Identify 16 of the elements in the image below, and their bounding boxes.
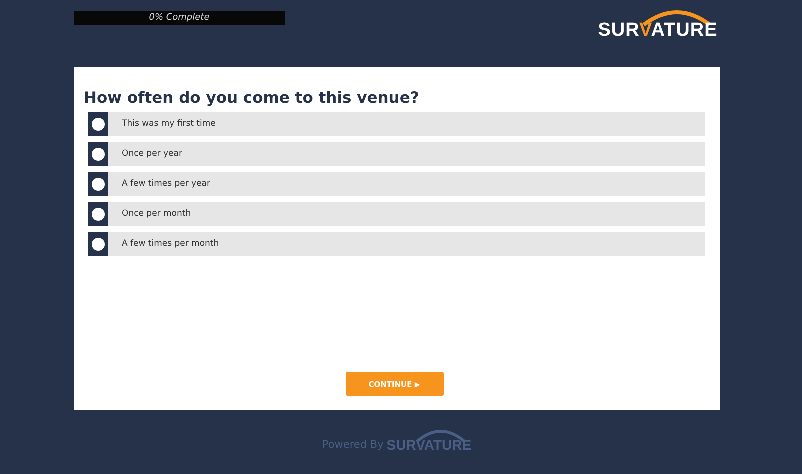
- answer-option[interactable]: A few times per month: [88, 232, 705, 256]
- radio-button[interactable]: [88, 142, 108, 166]
- answer-option[interactable]: Once per year: [88, 142, 705, 166]
- answer-option[interactable]: A few times per year: [88, 172, 705, 196]
- answer-option[interactable]: Once per month: [88, 202, 705, 226]
- progress-label: 0% Complete: [149, 13, 210, 23]
- radio-button[interactable]: [88, 232, 108, 256]
- radio-button[interactable]: [88, 202, 108, 226]
- logo-text: SURVATURE: [598, 20, 718, 42]
- footer-logo-text: SURVATURE: [386, 437, 472, 453]
- radio-button[interactable]: [88, 112, 108, 136]
- radio-button[interactable]: [88, 172, 108, 196]
- answer-option[interactable]: This was my first time: [88, 112, 705, 136]
- question-title: How often do you come to this venue?: [84, 89, 420, 107]
- powered-by-text: Powered By: [322, 439, 384, 451]
- arc-icon: [416, 428, 466, 442]
